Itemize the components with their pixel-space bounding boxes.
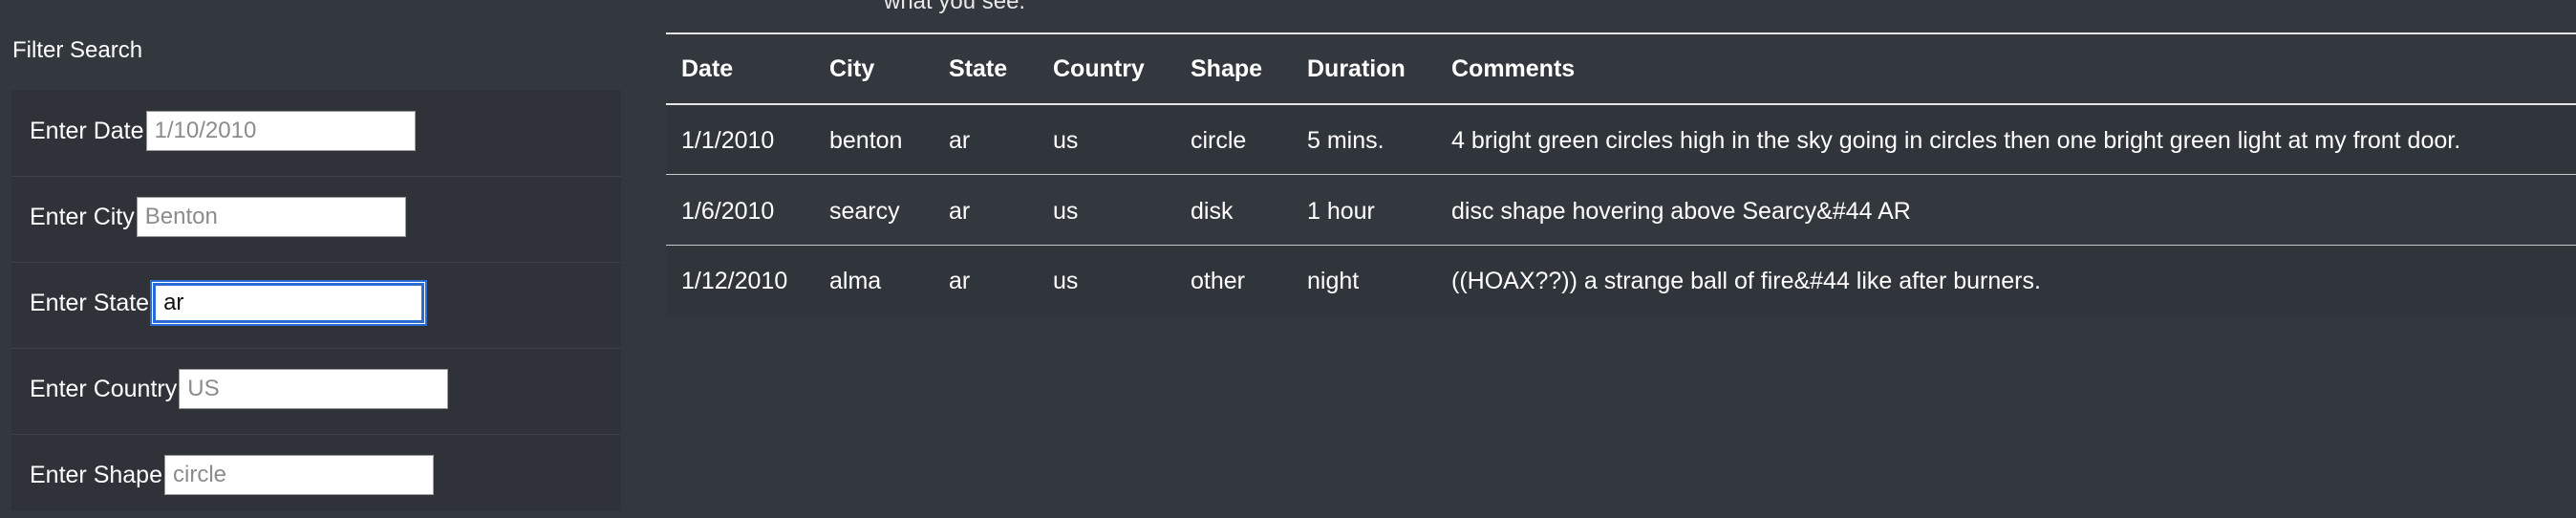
- table-top-rule: [666, 32, 2576, 34]
- cell-duration: 1 hour: [1307, 198, 1375, 225]
- header-comments: Comments: [1451, 55, 1576, 82]
- date-filter-row: Enter Date 1/10/2010: [30, 88, 416, 174]
- cell-state: ar: [949, 268, 971, 294]
- cell-city: alma: [829, 268, 882, 294]
- city-input[interactable]: Benton: [136, 197, 406, 237]
- state-filter-label: Enter State: [30, 289, 150, 316]
- cell-country: us: [1053, 198, 1079, 225]
- header-city: City: [829, 55, 875, 82]
- header-duration: Duration: [1307, 55, 1406, 82]
- country-input[interactable]: US: [179, 369, 449, 409]
- city-filter-label: Enter City: [30, 203, 135, 230]
- cell-city: benton: [829, 127, 903, 154]
- row-divider: [666, 174, 2576, 175]
- cell-state: ar: [949, 198, 971, 225]
- cell-date: 1/12/2010: [681, 268, 788, 294]
- cell-duration: 5 mins.: [1307, 127, 1385, 154]
- cell-shape: disk: [1191, 198, 1234, 225]
- cell-shape: other: [1191, 268, 1245, 294]
- header-date: Date: [681, 55, 734, 82]
- shape-input[interactable]: circle: [164, 455, 434, 495]
- shape-filter-row: Enter Shape circle: [30, 432, 434, 518]
- cell-country: us: [1053, 268, 1079, 294]
- country-filter-label: Enter Country: [30, 375, 178, 402]
- cell-comments: 4 bright green circles high in the sky g…: [1451, 127, 2461, 154]
- cell-comments: ((HOAX??)) a strange ball of fire&#44 li…: [1451, 268, 2041, 294]
- state-input[interactable]: ar: [153, 283, 425, 323]
- date-filter-label: Enter Date: [30, 117, 144, 144]
- cell-state: ar: [949, 127, 971, 154]
- cell-duration: night: [1307, 268, 1360, 294]
- partial-description-text: what you see.: [884, 0, 1026, 14]
- filter-search-title: Filter Search: [12, 37, 143, 63]
- cell-shape: circle: [1191, 127, 1247, 154]
- header-country: Country: [1053, 55, 1145, 82]
- shape-filter-label: Enter Shape: [30, 461, 162, 488]
- header-shape: Shape: [1191, 55, 1263, 82]
- cell-city: searcy: [829, 198, 900, 225]
- cell-country: us: [1053, 127, 1079, 154]
- cell-comments: disc shape hovering above Searcy&#44 AR: [1451, 198, 1911, 225]
- cell-date: 1/1/2010: [681, 127, 775, 154]
- cell-date: 1/6/2010: [681, 198, 775, 225]
- state-filter-row: Enter State ar: [30, 260, 425, 346]
- header-state: State: [949, 55, 1008, 82]
- country-filter-row: Enter Country US: [30, 346, 449, 432]
- date-input[interactable]: 1/10/2010: [145, 111, 416, 151]
- city-filter-row: Enter City Benton: [30, 174, 406, 260]
